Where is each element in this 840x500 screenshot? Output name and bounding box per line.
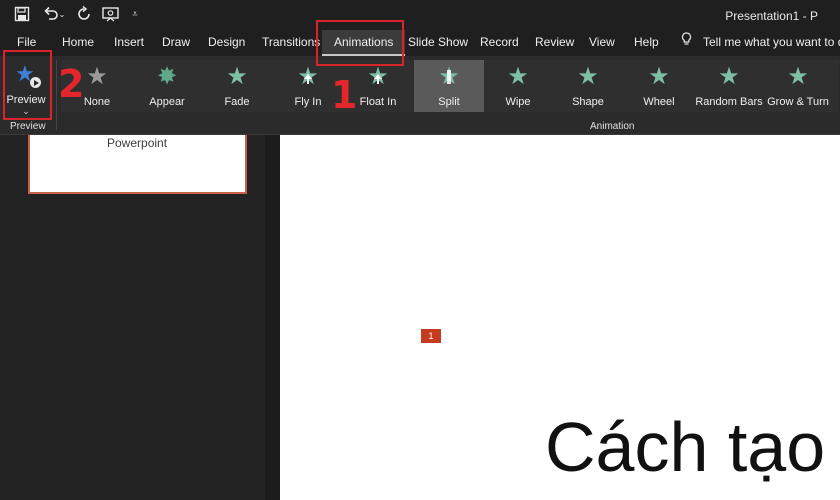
tab-help[interactable]: Help [634,30,659,56]
animation-shape[interactable]: ★ Shape [553,60,623,112]
preview-group-label: Preview [10,121,46,132]
pane-divider [265,135,280,500]
save-icon[interactable] [13,6,31,24]
tell-me-label: Tell me what you want to do [703,35,840,49]
tab-design[interactable]: Design [208,30,245,56]
group-separator [56,60,57,130]
slide-title-text[interactable]: Cách tạo [545,405,825,489]
step-number-2: 2 [58,62,85,106]
star-icon: ★ [226,63,248,90]
animation-group-label: Animation [590,121,635,132]
tab-home[interactable]: Home [62,30,94,56]
animation-gallery: ★ None ✸ Appear ★ Fade ★ Fly In ★ Float … [61,60,839,112]
star-icon: ★ [718,63,740,90]
highlight-box-animations-tab [316,20,404,66]
document-title: Presentation1 - P [725,9,818,23]
split-bar-icon [447,70,451,84]
animation-grow-turn[interactable]: ★ Grow & Turn [763,60,833,112]
highlight-box-preview [3,50,52,120]
star-icon: ★ [577,63,599,90]
lightbulb-icon [681,30,693,54]
tab-review[interactable]: Review [535,30,574,56]
animation-label: Grow & Turn [767,96,829,108]
arrow-up-icon [374,74,382,84]
present-from-beginning-icon[interactable] [101,6,119,24]
starburst-icon: ✸ [156,63,178,90]
ribbon-tabs: File Home Insert Draw Design Transitions… [0,30,840,56]
tab-draw[interactable]: Draw [162,30,190,56]
tab-record[interactable]: Record [480,30,519,56]
tab-insert[interactable]: Insert [114,30,144,56]
undo-dropdown-icon[interactable]: ⌄ [58,6,66,24]
thumbnail-text: Powerpoint [107,136,168,150]
animation-fade[interactable]: ★ Fade [202,60,272,112]
animation-order-tag[interactable]: 1 [421,329,441,343]
star-icon: ★ [507,63,529,90]
star-icon: ★ [648,63,670,90]
animations-ribbon: ★ Preview ⌄ Preview ★ None ✸ Appear ★ Fa… [0,56,840,135]
customize-toolbar-icon[interactable]: ⩡ [126,6,144,24]
title-bar: ⌄ ⩡ Presentation1 - P [0,0,840,30]
step-number-1: 1 [331,73,358,117]
star-icon: ★ [787,63,809,90]
tab-slide-show[interactable]: Slide Show [408,30,468,56]
redo-icon[interactable] [75,5,93,24]
tell-me-search[interactable]: Tell me what you want to do [681,30,840,56]
tab-transitions[interactable]: Transitions [262,30,320,56]
tab-view[interactable]: View [589,30,615,56]
arrow-up-icon [304,74,312,84]
